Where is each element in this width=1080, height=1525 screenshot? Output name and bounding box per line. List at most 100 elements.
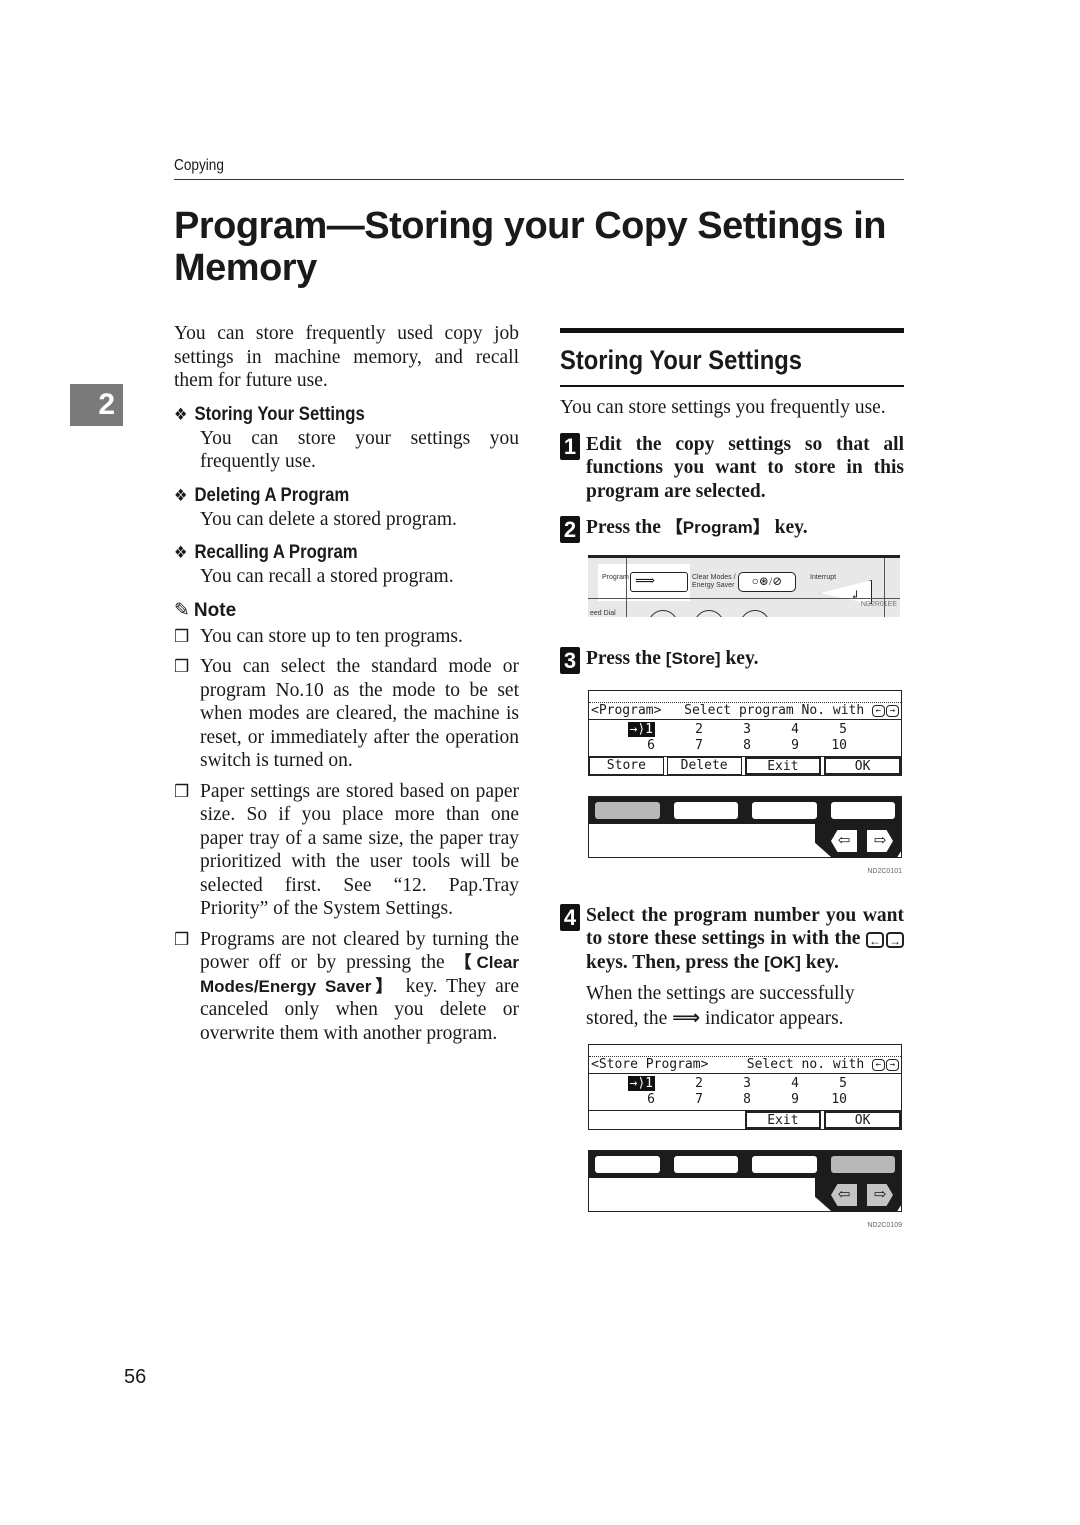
- dial-button[interactable]: [648, 610, 678, 617]
- header-rule: [174, 179, 904, 180]
- exit-button[interactable]: Exit: [744, 757, 822, 775]
- program-number[interactable]: 10: [803, 738, 851, 754]
- store-key-label: [Store]: [665, 649, 721, 668]
- step-number: 4: [560, 903, 580, 931]
- step-number: 3: [560, 647, 580, 674]
- selection-key-4[interactable]: [830, 802, 895, 819]
- program-number[interactable]: 5: [803, 1076, 851, 1092]
- subsection-body: You can recall a stored program.: [200, 566, 454, 587]
- right-arrow-key-icon: →: [886, 704, 899, 717]
- subsection-heading: Storing Your Settings: [194, 403, 365, 425]
- note-heading: ✎ Note: [174, 599, 237, 621]
- program-number-selected[interactable]: →⟩1: [589, 722, 659, 738]
- figure-code: ND2C0101: [867, 868, 902, 875]
- figure-code: ND2R01EE: [860, 600, 897, 608]
- subsection-heading: Recalling A Program: [194, 542, 358, 563]
- left-column: You can store frequently used copy job s…: [174, 322, 519, 1045]
- checkbox-bullet-icon: ❒: [174, 657, 190, 676]
- subsection-recalling: ❖ Recalling A Program You can recall a st…: [174, 541, 519, 589]
- program-number[interactable]: 3: [707, 722, 755, 738]
- empty-slot: [589, 1111, 664, 1129]
- program-number[interactable]: 7: [659, 1092, 707, 1108]
- store-button[interactable]: Store: [589, 757, 664, 775]
- figure-code: ND2C0109: [867, 1222, 902, 1229]
- dial-button[interactable]: [694, 610, 724, 617]
- note-list: ❒ You can store up to ten programs. ❒ You …: [174, 625, 519, 1046]
- program-number[interactable]: 2: [659, 1076, 707, 1092]
- selection-key-4[interactable]: [830, 1156, 895, 1173]
- program-number[interactable]: 7: [659, 738, 707, 754]
- right-arrow-key-icon: →: [886, 931, 904, 948]
- section-title: Storing Your Settings: [560, 345, 803, 375]
- control-panel-illustration: Program ⟹ Clear Modes / Energy Saver ○⊛/⊘…: [588, 555, 900, 617]
- program-number-selected[interactable]: →⟩1: [589, 1076, 659, 1092]
- selection-keys-illustration: ⇦ ⇨: [588, 796, 902, 858]
- subsection-body: You can delete a stored program.: [200, 508, 457, 530]
- chapter-tab: 2: [70, 384, 123, 426]
- interrupt-icon: ↲: [850, 588, 861, 602]
- intro-paragraph: You can store frequently used copy job s…: [174, 323, 519, 391]
- note-item: ❒ Paper settings are stored based on pape…: [174, 780, 519, 920]
- subsection-storing: ❖ Storing Your Settings You can store you…: [174, 403, 519, 474]
- dial-button[interactable]: [740, 610, 770, 617]
- program-number[interactable]: 5: [803, 722, 851, 738]
- note-item: ❒ You can store up to ten programs.: [174, 625, 463, 647]
- note-item: ❒ You can select the standard mode or pro…: [174, 656, 519, 771]
- program-number[interactable]: 4: [755, 1076, 803, 1092]
- delete-button[interactable]: Delete: [666, 757, 742, 775]
- program-number[interactable]: 9: [755, 1092, 803, 1108]
- section-intro: You can store settings you frequently us…: [560, 397, 886, 418]
- step-text: Press the 【Program】 key.: [586, 517, 808, 538]
- ok-button[interactable]: OK: [824, 1111, 901, 1129]
- subsection-heading: Deleting A Program: [194, 484, 350, 506]
- speed-dial-label: eed Dial: [590, 610, 616, 617]
- lcd-prompt: Select program No. with: [684, 703, 865, 718]
- selection-key-2[interactable]: [673, 1156, 738, 1173]
- checkbox-bullet-icon: ❒: [174, 929, 190, 949]
- selection-key-1[interactable]: [595, 1156, 660, 1173]
- program-key-label: 【Program】: [665, 518, 770, 537]
- diamond-bullet-icon: ❖: [174, 485, 188, 505]
- right-arrow-key-icon: →: [886, 1058, 899, 1071]
- selection-key-2[interactable]: [673, 802, 738, 819]
- program-number[interactable]: 3: [707, 1076, 755, 1092]
- program-number[interactable]: 6: [589, 1092, 659, 1108]
- clear-modes-icon: ○⊛/⊘: [751, 574, 783, 588]
- clear-modes-key[interactable]: ○⊛/⊘: [738, 572, 796, 592]
- page-number: 56: [124, 1366, 147, 1388]
- program-number-grid: →⟩1 2 3 4 5 6 7 8 9 10: [589, 720, 901, 756]
- lcd-screen-store-program: <Store Program> Select no. with ← → →⟩1 2…: [588, 1044, 902, 1130]
- clear-modes-label: Clear Modes / Energy Saver: [692, 574, 736, 589]
- program-key[interactable]: ⟹: [630, 572, 688, 592]
- lcd-title: <Program>: [591, 703, 662, 718]
- program-number[interactable]: 8: [707, 1092, 755, 1108]
- running-head: Copying: [174, 157, 224, 174]
- step-text: Select the program number you want to st…: [586, 904, 904, 973]
- ok-button[interactable]: OK: [824, 757, 901, 775]
- program-number[interactable]: 9: [755, 738, 803, 754]
- note-item: ❒ Programs are not cleared by turning the…: [174, 928, 519, 1044]
- program-number[interactable]: 6: [589, 738, 659, 754]
- selection-key-3[interactable]: [752, 802, 817, 819]
- program-number[interactable]: 8: [707, 738, 755, 754]
- selection-key-1[interactable]: [595, 802, 660, 819]
- program-indicator-icon: ⟹: [672, 1005, 701, 1029]
- checkbox-bullet-icon: ❒: [174, 781, 190, 801]
- program-number[interactable]: 4: [755, 722, 803, 738]
- interrupt-label: Interrupt: [810, 574, 837, 581]
- selection-key-3[interactable]: [752, 1156, 817, 1173]
- left-arrow-key-icon: ←: [872, 1058, 885, 1071]
- step-text: Press the [Store] key.: [586, 648, 759, 669]
- program-number-grid: →⟩1 2 3 4 5 6 7 8 9 10: [589, 1074, 901, 1110]
- lcd-screen-program: <Program> Select program No. with ← → →⟩1…: [588, 690, 902, 776]
- step-number: 2: [560, 516, 580, 543]
- exit-button[interactable]: Exit: [744, 1111, 822, 1129]
- diamond-bullet-icon: ❖: [174, 404, 188, 424]
- pencil-icon: ✎: [174, 599, 190, 621]
- subsection-deleting: ❖ Deleting A Program You can delete a sto…: [174, 484, 519, 532]
- empty-slot: [667, 1111, 742, 1129]
- lcd-title: <Store Program>: [591, 1057, 709, 1072]
- program-number[interactable]: 10: [803, 1092, 851, 1108]
- selection-keys-illustration: ⇦ ⇨: [588, 1150, 902, 1212]
- program-number[interactable]: 2: [659, 722, 707, 738]
